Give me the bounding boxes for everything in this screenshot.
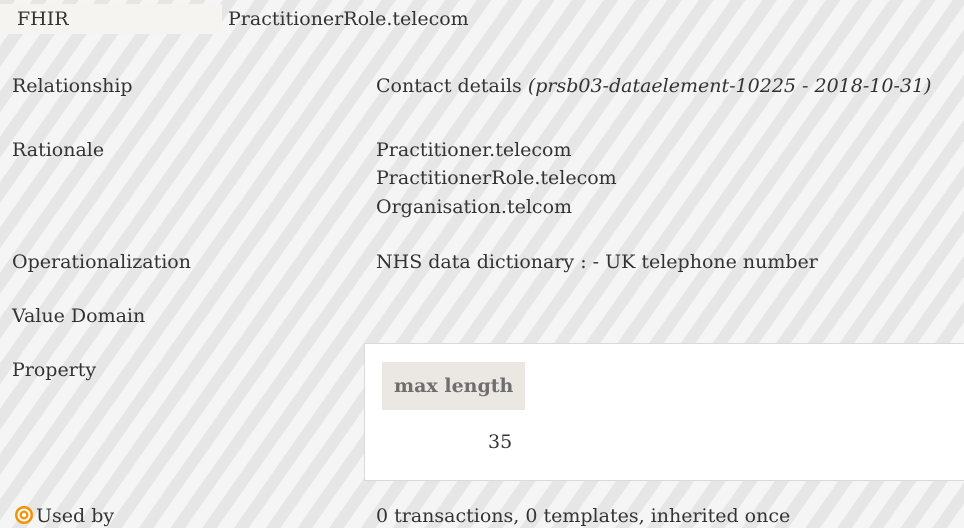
fhir-label-cell: FHIR <box>0 4 222 34</box>
operationalization-value: NHS data dictionary : - UK telephone num… <box>376 251 818 273</box>
relationship-value: Contact details (prsb03-dataelement-1022… <box>376 74 931 98</box>
fhir-label: FHIR <box>17 8 69 30</box>
property-table: max length 35 <box>364 343 964 481</box>
relationship-ref: (prsb03-dataelement-10225 - 2018-10-31) <box>527 75 932 97</box>
property-header: max length <box>394 375 514 397</box>
rationale-label: Rationale <box>12 139 105 161</box>
rationale-line-1: Practitioner.telecom <box>376 139 572 161</box>
relationship-label: Relationship <box>12 75 133 97</box>
property-label: Property <box>12 359 97 381</box>
used-by-value: 0 transactions, 0 templates, inherited o… <box>376 505 791 527</box>
rationale-line-2: PractitionerRole.telecom <box>376 167 617 189</box>
fhir-value: PractitionerRole.telecom <box>228 8 469 30</box>
rationale-line-3: Organisation.telcom <box>376 196 573 218</box>
operationalization-label: Operationalization <box>12 251 191 273</box>
used-by-label[interactable]: Used by <box>36 504 114 528</box>
target-icon[interactable] <box>14 505 34 525</box>
value-domain-label: Value Domain <box>12 305 146 327</box>
relationship-text: Contact details <box>376 75 522 97</box>
property-value: 35 <box>488 431 513 453</box>
property-header-cell: max length <box>382 362 525 410</box>
